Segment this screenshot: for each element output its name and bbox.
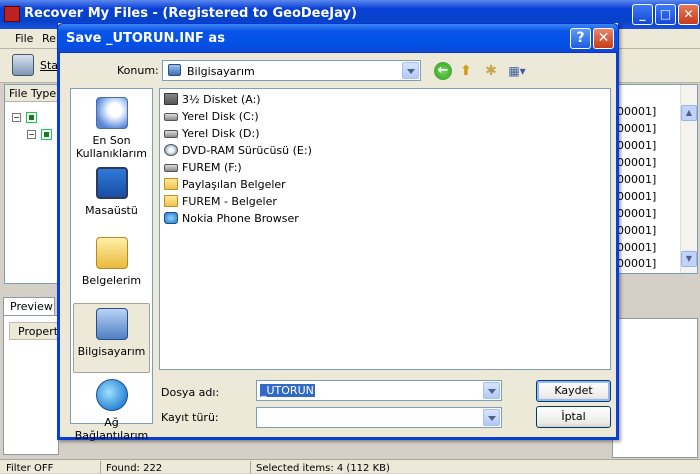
- file-name: DVD-RAM Sürücüsü (E:): [182, 144, 312, 157]
- scroll-down-icon[interactable]: ▼: [681, 251, 697, 267]
- my-documents-icon: [95, 237, 128, 269]
- minimize-button[interactable]: _: [632, 4, 653, 25]
- my-computer-icon: [168, 64, 181, 76]
- tree-checkbox[interactable]: [26, 112, 37, 123]
- preview-panel: Property: [3, 315, 59, 455]
- chevron-down-icon[interactable]: [402, 62, 419, 79]
- status-bar: Filter OFF Found: 222 Selected items: 4 …: [0, 459, 700, 474]
- close-icon: ✕: [683, 7, 694, 21]
- file-name: FUREM - Belgeler: [182, 195, 277, 208]
- place-desktop[interactable]: Masaüstü: [71, 167, 152, 217]
- up-folder-icon[interactable]: ⬆: [457, 62, 475, 80]
- filename-field[interactable]: _UTORUN: [256, 380, 502, 401]
- tree-collapse-icon[interactable]: −: [27, 130, 36, 139]
- file-name: 3½ Disket (A:): [182, 93, 261, 106]
- tree-collapse-icon[interactable]: −: [12, 113, 21, 122]
- file-name: Nokia Phone Browser: [182, 212, 299, 225]
- file-list-pane: 00001] 00001] 00001] 00001] 00001] 00001…: [612, 84, 698, 274]
- my-computer-icon: [95, 308, 128, 340]
- list-item[interactable]: 00001]: [617, 224, 656, 237]
- hard-disk-icon: [164, 164, 178, 172]
- file-list[interactable]: 3½ Disket (A:) Yerel Disk (C:) Yerel Dis…: [159, 88, 611, 370]
- property-column-header[interactable]: Property: [9, 322, 59, 340]
- file-name: Yerel Disk (C:): [182, 110, 259, 123]
- help-icon: ?: [576, 30, 585, 46]
- filename-value: _UTORUN: [260, 384, 315, 397]
- back-arrow-icon[interactable]: ←: [434, 62, 452, 80]
- place-my-computer[interactable]: Bilgisayarım: [73, 303, 150, 373]
- file-type-tree: File Type − −: [4, 84, 62, 284]
- place-desktop-label: Masaüstü: [85, 204, 138, 217]
- dialog-titlebar[interactable]: Save _UTORUN.INF as ? ✕: [57, 23, 619, 53]
- place-network-label: Ağ Bağlantılarım: [74, 416, 149, 442]
- views-menu-icon[interactable]: ▦▾: [505, 62, 529, 80]
- place-my-computer-label: Bilgisayarım: [77, 345, 146, 358]
- dialog-title: Save _UTORUN.INF as: [66, 31, 225, 46]
- menu-recover[interactable]: Re: [42, 32, 56, 45]
- list-item[interactable]: 00001]: [617, 207, 656, 220]
- location-value: Bilgisayarım: [187, 65, 255, 78]
- save-button[interactable]: Kaydet: [536, 380, 611, 402]
- preview-right-panel: [612, 318, 698, 458]
- floppy-drive-icon: [164, 93, 178, 105]
- dialog-close-button[interactable]: ✕: [593, 28, 614, 49]
- status-selected: Selected items: 4 (112 KB): [256, 463, 390, 474]
- app-logo-icon: [4, 6, 20, 22]
- start-search-icon[interactable]: [12, 54, 34, 76]
- folder-icon: [164, 195, 178, 207]
- file-name: Paylaşılan Belgeler: [182, 178, 286, 191]
- list-item[interactable]: 00001]: [617, 122, 656, 135]
- recent-documents-icon: [95, 97, 128, 129]
- help-button[interactable]: ?: [570, 28, 591, 49]
- place-recent-label: En Son Kullanıklarım: [76, 134, 147, 160]
- file-name: Yerel Disk (D:): [182, 127, 260, 140]
- folder-icon: [164, 178, 178, 190]
- minimize-icon: _: [639, 7, 646, 21]
- list-item[interactable]: 00001]: [617, 139, 656, 152]
- location-dropdown[interactable]: Bilgisayarım: [162, 60, 421, 81]
- maximize-button[interactable]: □: [655, 4, 676, 25]
- list-item[interactable]: 00001]: [617, 173, 656, 186]
- places-bar: En Son Kullanıklarım Masaüstü Belgelerim…: [70, 88, 153, 442]
- app-title: Recover My Files - (Registered to GeoDee…: [24, 6, 357, 21]
- list-item[interactable]: 00001]: [617, 257, 656, 270]
- list-item[interactable]: 00001]: [617, 156, 656, 169]
- list-item[interactable]: 00001]: [617, 190, 656, 203]
- location-label: Konum:: [117, 64, 159, 77]
- network-places-icon: [95, 379, 128, 411]
- chevron-down-icon[interactable]: [483, 409, 500, 426]
- file-name: FUREM (F:): [182, 161, 242, 174]
- start-button-label[interactable]: Sta: [40, 59, 58, 72]
- tab-preview[interactable]: Preview: [3, 297, 55, 316]
- place-documents-label: Belgelerim: [81, 274, 142, 287]
- save-as-dialog: Save _UTORUN.INF as ? ✕ Konum: Bilgisaya…: [57, 23, 619, 442]
- hard-disk-icon: [164, 130, 178, 138]
- maximize-icon: □: [659, 7, 672, 21]
- filetype-label: Kayıt türü:: [161, 411, 219, 424]
- list-item[interactable]: 00001]: [617, 105, 656, 118]
- place-recent[interactable]: En Son Kullanıklarım: [71, 97, 152, 160]
- list-item[interactable]: 00001]: [617, 241, 656, 254]
- app-close-button[interactable]: ✕: [678, 4, 699, 25]
- close-icon: ✕: [597, 30, 610, 46]
- new-folder-icon[interactable]: ✱: [482, 62, 500, 80]
- cancel-button[interactable]: İptal: [536, 406, 611, 428]
- place-documents[interactable]: Belgelerim: [71, 237, 152, 287]
- menu-file[interactable]: File: [15, 32, 33, 45]
- filename-label: Dosya adı:: [161, 386, 220, 399]
- place-network[interactable]: Ağ Bağlantılarım: [71, 379, 152, 442]
- status-filter: Filter OFF: [6, 463, 54, 474]
- file-type-header[interactable]: File Type: [5, 85, 61, 102]
- hard-disk-icon: [164, 113, 178, 121]
- tree-checkbox[interactable]: [41, 129, 52, 140]
- phone-browser-icon: [164, 212, 178, 224]
- desktop-icon: [95, 167, 128, 199]
- filetype-dropdown[interactable]: [256, 407, 502, 428]
- vertical-scrollbar[interactable]: ▲ ▼: [680, 85, 697, 273]
- dvd-drive-icon: [164, 144, 178, 156]
- status-found: Found: 222: [106, 463, 163, 474]
- chevron-down-icon[interactable]: [483, 382, 500, 399]
- scroll-up-icon[interactable]: ▲: [681, 105, 697, 121]
